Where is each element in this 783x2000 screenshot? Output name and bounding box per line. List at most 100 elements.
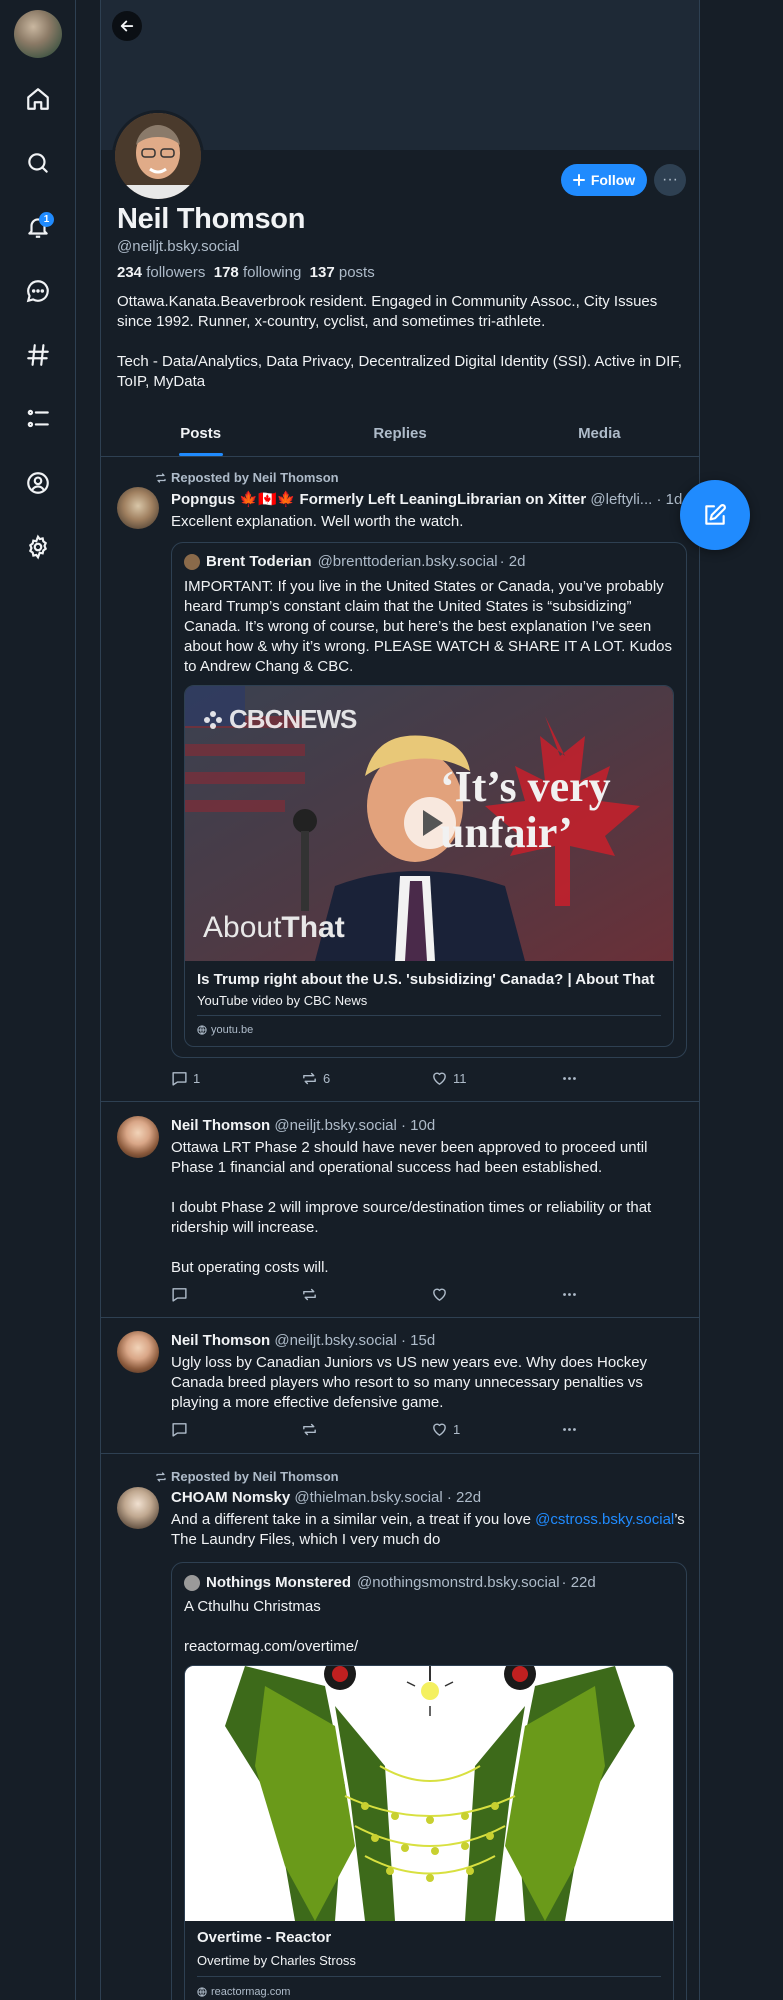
thumbnail-quote: ‘It’s very unfair’ — [440, 762, 611, 857]
profile-tabs: Posts Replies Media — [101, 410, 699, 457]
quote-text: IMPORTANT: If you live in the United Sta… — [184, 578, 672, 675]
nav-lists[interactable] — [19, 400, 57, 438]
show-logo: AboutThat — [203, 911, 345, 944]
author-avatar[interactable] — [117, 1116, 159, 1158]
post-time[interactable]: · 15d — [401, 1332, 435, 1349]
reply-button[interactable] — [171, 1421, 188, 1438]
quote-post[interactable]: Brent Toderian @brenttoderian.bsky.socia… — [171, 542, 687, 1058]
follow-label: Follow — [590, 172, 636, 188]
like-button[interactable]: 11 — [431, 1070, 467, 1087]
nav-feeds[interactable] — [19, 336, 57, 374]
compose-button[interactable] — [680, 480, 750, 550]
post-more-button[interactable] — [561, 1286, 578, 1303]
ellipsis-icon: ··· — [662, 171, 678, 188]
post-time[interactable]: · 1d — [656, 491, 682, 508]
author-handle[interactable]: @neiljt.bsky.social — [274, 1117, 397, 1134]
list-icon — [27, 409, 49, 428]
like-count: 1 — [453, 1422, 461, 1437]
nav-settings[interactable] — [19, 528, 57, 566]
feed-post[interactable]: Neil Thomson @neiljt.bsky.social · 10d O… — [101, 1102, 699, 1318]
profile-avatar[interactable] — [112, 110, 204, 202]
like-count: 11 — [453, 1071, 467, 1086]
following-link[interactable]: 178 following — [214, 264, 302, 281]
feed-post[interactable]: Reposted by Neil Thomson Popngus 🍁🇨🇦🍁 Fo… — [101, 457, 699, 1102]
feed-post[interactable]: Reposted by Neil Thomson CHOAM Nomsky @t… — [101, 1454, 699, 2000]
author-name[interactable]: CHOAM Nomsky — [171, 1489, 290, 1506]
home-icon — [27, 88, 49, 110]
display-name: Neil Thomson — [117, 203, 306, 235]
profile-more-button[interactable]: ··· — [654, 164, 686, 196]
repost-button[interactable]: 6 — [301, 1070, 330, 1087]
repost-icon — [303, 1072, 316, 1085]
post-more-button[interactable] — [561, 1070, 578, 1087]
post-more-button[interactable] — [561, 1421, 578, 1438]
like-button[interactable] — [431, 1286, 448, 1303]
reply-icon — [172, 1072, 187, 1086]
quote-time: · 22d — [561, 1574, 596, 1591]
back-button[interactable] — [112, 11, 142, 41]
nav-search[interactable] — [19, 144, 57, 182]
author-avatar[interactable] — [117, 1331, 159, 1373]
repost-count: 6 — [323, 1071, 331, 1086]
nav-profile[interactable] — [19, 464, 57, 502]
embed-subtitle: Overtime by Charles Stross — [197, 1953, 356, 1968]
video-embed-card[interactable]: CBCNEWS ‘It’s very unfair’ AboutThat Is … — [184, 685, 674, 1047]
left-nav: 1 — [0, 0, 76, 2000]
reply-icon — [172, 1288, 187, 1302]
ellipsis-icon — [563, 1428, 576, 1431]
feed-post[interactable]: Neil Thomson @neiljt.bsky.social · 15d U… — [101, 1318, 699, 1454]
quote-post[interactable]: Nothings Monstered @nothingsmonstrd.bsky… — [171, 1562, 687, 2000]
cbc-logo: CBCNEWS — [203, 704, 357, 735]
repost-button[interactable] — [301, 1286, 318, 1303]
repost-icon — [156, 472, 166, 483]
author-avatar[interactable] — [117, 1487, 159, 1529]
quote-author-avatar — [184, 553, 200, 570]
current-user-avatar[interactable] — [14, 10, 62, 58]
author-name[interactable]: Neil Thomson — [171, 1332, 270, 1349]
nav-notifications[interactable]: 1 — [19, 208, 57, 246]
mention-link[interactable]: @cstross.bsky.social — [535, 1511, 674, 1528]
author-handle[interactable]: @thielman.bsky.social — [294, 1489, 442, 1506]
followers-link[interactable]: 234 followers — [117, 264, 205, 281]
follow-button[interactable]: Follow — [561, 164, 647, 196]
post-actions: 1 6 11 — [171, 1070, 611, 1090]
plus-icon — [572, 174, 585, 186]
author-name[interactable]: Popngus 🍁🇨🇦🍁 Formerly Left LeaningLibrar… — [171, 491, 586, 508]
post-header: Neil Thomson @neiljt.bsky.social · 10d — [171, 1117, 691, 1134]
repost-icon — [156, 1471, 166, 1482]
reply-button[interactable] — [171, 1286, 188, 1303]
user-circle-icon — [27, 472, 49, 494]
quote-author-name: Nothings Monstered — [206, 1574, 351, 1591]
post-text: Excellent explanation. Well worth the wa… — [171, 513, 464, 530]
repost-button[interactable] — [301, 1421, 318, 1438]
ellipsis-icon — [563, 1077, 576, 1080]
video-thumbnail[interactable]: CBCNEWS ‘It’s very unfair’ AboutThat — [185, 686, 673, 961]
reply-button[interactable]: 1 — [171, 1070, 200, 1087]
link-embed-card[interactable]: Overtime - Reactor Overtime by Charles S… — [184, 1665, 674, 2000]
post-actions: 1 — [171, 1421, 611, 1441]
nav-chat[interactable] — [19, 272, 57, 310]
globe-icon — [197, 1987, 207, 1997]
repost-indicator: Reposted by Neil Thomson — [155, 1469, 339, 1484]
author-handle[interactable]: @leftyli... — [590, 491, 652, 508]
embed-domain: youtu.be — [197, 1024, 253, 1036]
nav-home[interactable] — [19, 80, 57, 118]
post-header: Popngus 🍁🇨🇦🍁 Formerly Left LeaningLibrar… — [171, 490, 691, 508]
quote-header: Brent Toderian @brenttoderian.bsky.socia… — [184, 553, 525, 570]
compose-icon — [705, 504, 726, 525]
author-name[interactable]: Neil Thomson — [171, 1117, 270, 1134]
globe-icon — [197, 1025, 207, 1035]
like-button[interactable]: 1 — [431, 1421, 460, 1438]
ellipsis-icon — [563, 1293, 576, 1296]
quote-author-handle: @brenttoderian.bsky.social — [317, 553, 498, 570]
profile-stats: 234 followers 178 following 137 posts — [117, 264, 375, 281]
repost-icon — [303, 1423, 316, 1436]
post-time[interactable]: · 10d — [401, 1117, 435, 1134]
post-time[interactable]: · 22d — [447, 1489, 481, 1506]
tab-media[interactable]: Media — [500, 410, 699, 456]
tab-posts[interactable]: Posts — [101, 410, 300, 456]
author-handle[interactable]: @neiljt.bsky.social — [274, 1332, 397, 1349]
active-tab-indicator — [178, 453, 223, 456]
author-avatar[interactable] — [117, 487, 159, 529]
tab-replies[interactable]: Replies — [300, 410, 499, 456]
